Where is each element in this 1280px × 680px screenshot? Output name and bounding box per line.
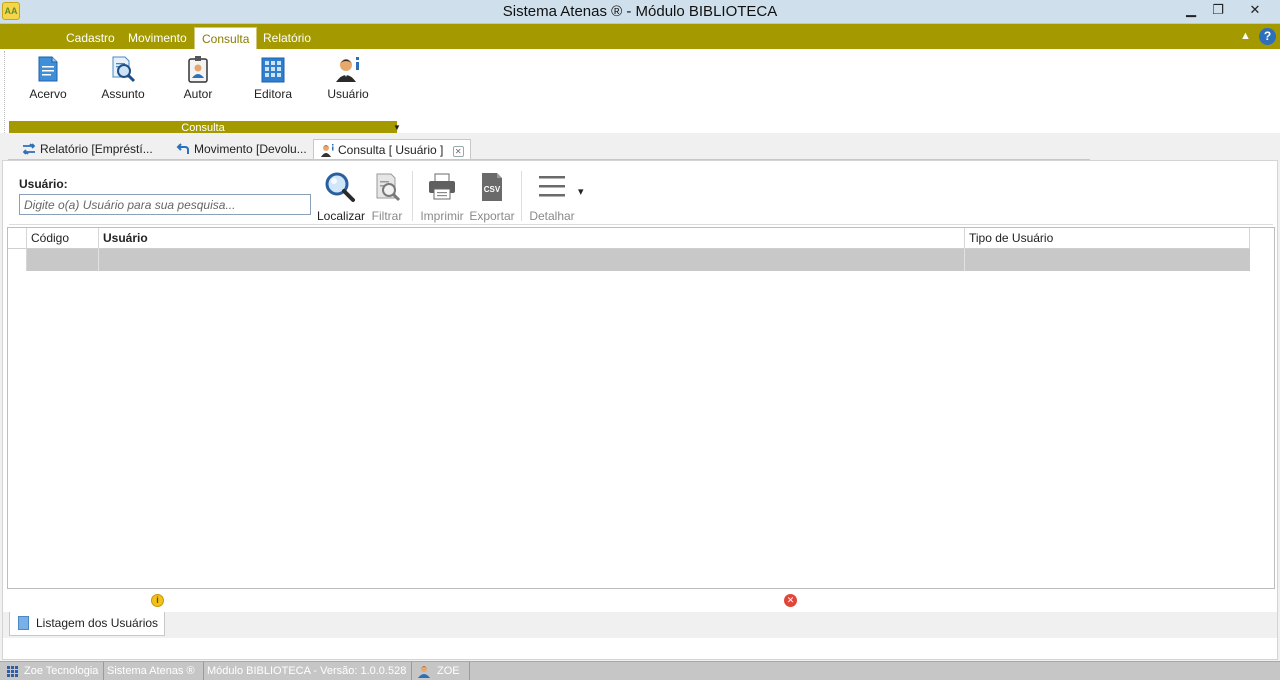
localizar-label: Localizar xyxy=(317,209,366,223)
detalhar-label: Detalhar xyxy=(529,209,575,223)
column-header-usuario[interactable]: Usuário xyxy=(99,228,965,249)
ribbon-group-consulta: Acervo Assunto Autor Editora Usuário Con… xyxy=(4,51,401,135)
info-icon[interactable]: i xyxy=(151,594,164,607)
status-user: ZOE xyxy=(434,662,470,680)
tab-cadastro[interactable]: Cadastro xyxy=(59,27,122,49)
error-icon[interactable]: ✕ xyxy=(784,594,797,607)
document-icon xyxy=(18,616,29,630)
acervo-label: Acervo xyxy=(29,87,67,101)
filtrar-button[interactable]: Filtrar xyxy=(367,171,407,223)
collapse-ribbon-icon[interactable]: ▲ xyxy=(1240,30,1251,42)
status-bar: Zoe Tecnologia Sistema Atenas ® Módulo B… xyxy=(0,661,1280,680)
printer-icon xyxy=(426,171,458,203)
usuario-search-label: Usuário: xyxy=(19,177,68,191)
tab-relatorio[interactable]: Relatório xyxy=(256,27,318,49)
usuario-button[interactable]: Usuário xyxy=(316,55,380,105)
building-icon xyxy=(259,55,287,83)
group-options-icon[interactable]: ▼ xyxy=(393,123,401,132)
user-info-icon xyxy=(334,55,362,83)
usuarios-grid[interactable]: Código Usuário Tipo de Usuário xyxy=(7,227,1275,589)
editora-button[interactable]: Editora xyxy=(241,55,305,105)
document-tab-bar: Relatório [Empréstí... Movimento [Devolu… xyxy=(0,133,1280,160)
usuario-label: Usuário xyxy=(327,87,369,101)
doctab-label: Relatório [Empréstí... xyxy=(40,142,153,156)
tab-listagem-usuarios[interactable]: Listagem dos Usuários xyxy=(9,612,166,636)
restore-button[interactable]: ❐ xyxy=(1203,0,1233,20)
grid-header: Código Usuário Tipo de Usuário xyxy=(8,228,1250,249)
autor-button[interactable]: Autor xyxy=(166,55,230,105)
bottom-tab-bar: Listagem dos Usuários xyxy=(3,612,1277,638)
doctab-movimento-devolucao[interactable]: Movimento [Devolu... xyxy=(170,139,313,160)
acervo-button[interactable]: Acervo xyxy=(16,55,80,105)
id-badge-icon xyxy=(184,55,212,83)
exportar-button[interactable]: CSV Exportar xyxy=(469,171,515,223)
filter-document-icon xyxy=(371,171,403,203)
hamburger-menu-icon xyxy=(536,171,568,203)
column-header-tipo-usuario[interactable]: Tipo de Usuário xyxy=(965,228,1250,249)
column-header-codigo[interactable]: Código xyxy=(27,228,99,249)
table-row[interactable] xyxy=(27,249,1250,271)
usuario-search-input[interactable] xyxy=(19,194,311,215)
localizar-button[interactable]: Localizar xyxy=(317,171,366,223)
doctab-label: Movimento [Devolu... xyxy=(194,142,307,156)
csv-icon-text: CSV xyxy=(484,185,501,194)
cell-tipo-usuario[interactable] xyxy=(965,249,1250,271)
tab-consulta[interactable]: Consulta xyxy=(194,27,258,49)
close-button[interactable]: ✕ xyxy=(1236,0,1274,20)
consulta-usuario-panel: Usuário: Localizar xyxy=(2,160,1278,660)
grid-header-indicator xyxy=(8,228,27,249)
detalhar-button[interactable]: Detalhar xyxy=(529,171,575,223)
status-company: Zoe Tecnologia xyxy=(21,662,104,680)
help-icon[interactable]: ? xyxy=(1259,28,1276,45)
document-search-icon xyxy=(109,55,137,83)
toolbar-separator xyxy=(521,171,522,221)
swap-arrows-icon xyxy=(22,142,36,156)
assunto-label: Assunto xyxy=(101,87,145,101)
minimize-button[interactable]: ▁ xyxy=(1176,0,1206,20)
document-icon xyxy=(34,55,62,83)
doctab-label: Consulta [ Usuário ] xyxy=(338,143,444,157)
cell-codigo[interactable] xyxy=(27,249,99,271)
exportar-label: Exportar xyxy=(469,209,515,223)
filtrar-label: Filtrar xyxy=(371,209,403,223)
cell-usuario[interactable] xyxy=(99,249,965,271)
toolbar-separator xyxy=(412,171,413,221)
imprimir-label: Imprimir xyxy=(420,209,464,223)
autor-label: Autor xyxy=(183,87,213,101)
user-icon xyxy=(320,143,334,157)
grid-icon xyxy=(7,666,18,677)
doctab-relatorio-emprestimo[interactable]: Relatório [Empréstí... xyxy=(16,139,159,160)
status-module-version: Módulo BIBLIOTECA - Versão: 1.0.0.528 xyxy=(204,662,412,680)
ribbon-tab-bar: Cadastro Movimento Consulta Relatório ▲ … xyxy=(0,24,1280,49)
magnifier-icon xyxy=(324,171,356,203)
imprimir-button[interactable]: Imprimir xyxy=(419,171,465,223)
tab-movimento[interactable]: Movimento xyxy=(121,27,194,49)
bottom-tab-label: Listagem dos Usuários xyxy=(36,616,159,630)
csv-file-icon: CSV xyxy=(476,171,508,203)
editora-label: Editora xyxy=(253,87,293,101)
title-bar: AA Sistema Atenas ® - Módulo BIBLIOTECA … xyxy=(0,0,1280,24)
assunto-button[interactable]: Assunto xyxy=(91,55,155,105)
search-toolbar: Usuário: Localizar xyxy=(9,165,1273,225)
return-arrow-icon xyxy=(176,142,190,156)
status-system: Sistema Atenas ® xyxy=(104,662,204,680)
doctab-consulta-usuario[interactable]: Consulta [ Usuário ] ✕ xyxy=(313,139,471,160)
ribbon-panel: Acervo Assunto Autor Editora Usuário Con… xyxy=(0,49,1280,135)
user-icon xyxy=(417,664,431,678)
close-tab-icon[interactable]: ✕ xyxy=(452,146,464,157)
detalhar-dropdown-icon[interactable]: ▾ xyxy=(578,185,584,198)
row-indicator[interactable] xyxy=(8,249,27,271)
window-title: Sistema Atenas ® - Módulo BIBLIOTECA xyxy=(502,3,778,20)
